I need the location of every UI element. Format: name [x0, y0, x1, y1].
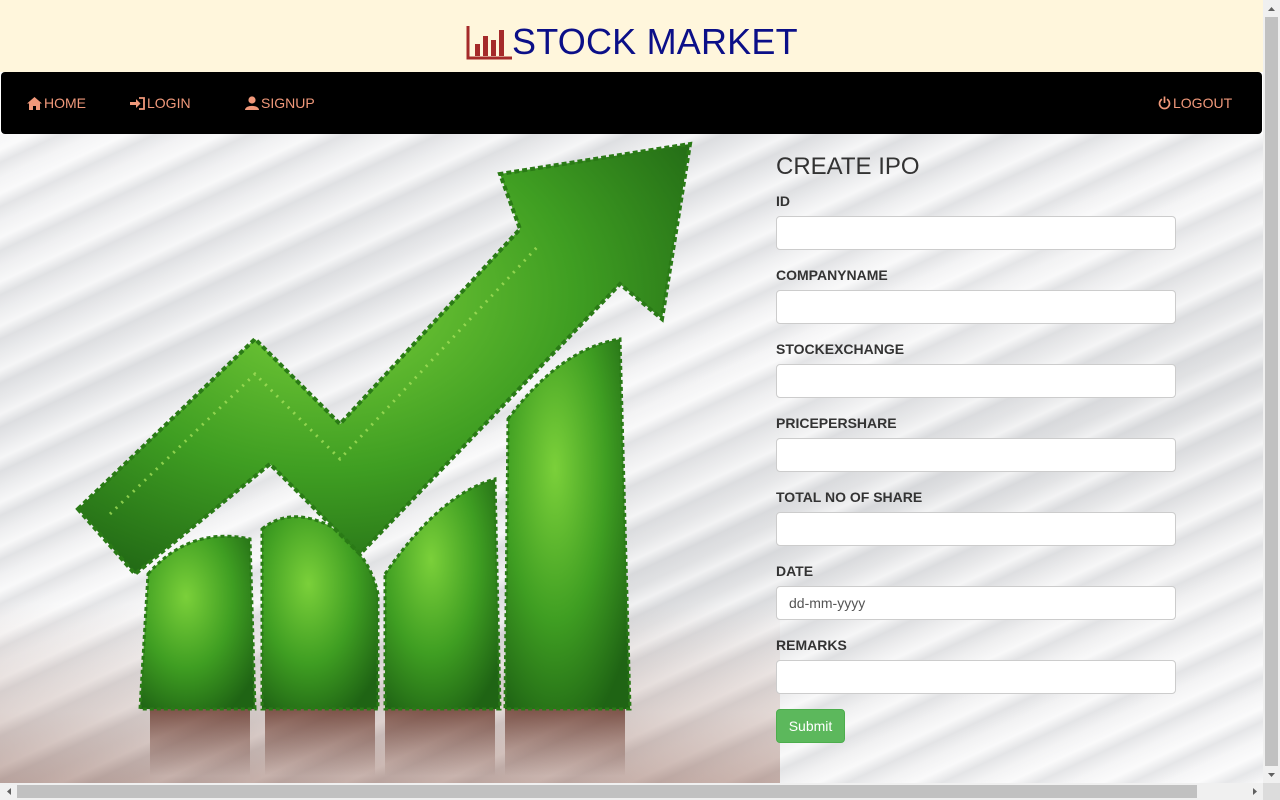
companyname-input[interactable]	[776, 290, 1176, 324]
green-leaf-growth-chart-icon	[75, 141, 693, 776]
horizontal-scroll-thumb[interactable]	[17, 785, 1197, 798]
user-icon	[245, 96, 261, 110]
brand-logo[interactable]: STOCK MARKET	[466, 22, 798, 62]
nav-home-label: HOME	[44, 95, 86, 111]
total-shares-input[interactable]	[776, 512, 1176, 546]
scrollbar-corner	[1263, 783, 1280, 800]
brand-header: STOCK MARKET	[0, 0, 1263, 72]
stockexchange-label: STOCKEXCHANGE	[776, 341, 905, 357]
vertical-scrollbar[interactable]	[1263, 0, 1280, 783]
nav-logout[interactable]: LOGOUT	[1158, 94, 1232, 112]
stockexchange-input[interactable]	[776, 364, 1176, 398]
date-label: DATE	[776, 563, 814, 579]
scroll-down-arrow-icon[interactable]	[1263, 766, 1280, 783]
form-group-id: ID	[776, 191, 1176, 250]
home-icon	[27, 96, 44, 110]
power-icon	[1158, 96, 1173, 110]
submit-button[interactable]: Submit	[776, 709, 845, 743]
nav-logout-label: LOGOUT	[1173, 95, 1233, 111]
total-shares-label: TOTAL NO OF SHARE	[776, 489, 923, 505]
nav-home[interactable]: HOME	[27, 94, 86, 112]
nav-signup[interactable]: SIGNUP	[245, 94, 315, 112]
form-group-date: DATE	[776, 561, 1176, 620]
scroll-right-arrow-icon[interactable]	[1246, 783, 1263, 800]
page-viewport: STOCK MARKET HOME LOGIN SIGNUP LOGOUT CR…	[0, 0, 1263, 783]
remarks-input[interactable]	[776, 660, 1176, 694]
nav-login[interactable]: LOGIN	[130, 94, 191, 112]
nav-signup-label: SIGNUP	[261, 95, 315, 111]
form-group-pricepershare: PRICEPERSHARE	[776, 413, 1176, 472]
id-input[interactable]	[776, 216, 1176, 250]
pricepershare-label: PRICEPERSHARE	[776, 415, 897, 431]
nav-login-label: LOGIN	[147, 95, 191, 111]
form-group-remarks: REMARKS	[776, 635, 1176, 694]
scroll-up-arrow-icon[interactable]	[1263, 0, 1280, 17]
horizontal-scrollbar[interactable]	[0, 783, 1263, 800]
create-ipo-form: CREATE IPO ID COMPANYNAME STOCKEXCHANGE …	[776, 152, 1176, 743]
brand-title: STOCK MARKET	[512, 21, 798, 62]
bar-chart-icon	[466, 24, 512, 60]
form-group-stockexchange: STOCKEXCHANGE	[776, 339, 1176, 398]
remarks-label: REMARKS	[776, 637, 847, 653]
pricepershare-input[interactable]	[776, 438, 1176, 472]
id-label: ID	[776, 193, 790, 209]
scroll-left-arrow-icon[interactable]	[0, 783, 17, 800]
login-icon	[130, 96, 147, 110]
vertical-scroll-thumb[interactable]	[1265, 17, 1278, 766]
form-title: CREATE IPO	[776, 153, 920, 180]
form-group-total-shares: TOTAL NO OF SHARE	[776, 487, 1176, 546]
main-navbar: HOME LOGIN SIGNUP LOGOUT	[1, 72, 1262, 134]
companyname-label: COMPANYNAME	[776, 267, 888, 283]
date-input[interactable]	[776, 586, 1176, 620]
form-group-companyname: COMPANYNAME	[776, 265, 1176, 324]
